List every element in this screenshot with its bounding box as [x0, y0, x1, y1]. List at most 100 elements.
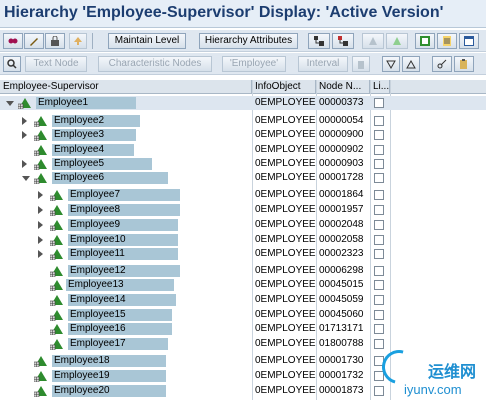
node-label[interactable]: Employee4	[54, 143, 104, 157]
lock-button[interactable]	[45, 33, 65, 49]
characteristic-nodes-button[interactable]: Characteristic Nodes	[98, 56, 212, 72]
collapsed-arrow-icon[interactable]	[22, 117, 27, 125]
link-checkbox[interactable]	[374, 295, 384, 305]
tree-row[interactable]: Employee13 0EMPLOYEE 00045015	[0, 278, 486, 292]
employee-node-button[interactable]: 'Employee'	[222, 56, 286, 72]
node-label[interactable]: Employee1	[38, 96, 88, 110]
link-checkbox[interactable]	[374, 235, 384, 245]
employee-node-icon	[50, 220, 63, 231]
node-name-cell: 00001730	[319, 355, 364, 366]
link-checkbox[interactable]	[374, 280, 384, 290]
paste-button[interactable]	[454, 56, 474, 72]
node-label[interactable]: Employee15	[70, 308, 126, 322]
tree-row[interactable]: Employee3 0EMPLOYEE 00000900	[0, 128, 486, 142]
collapsed-arrow-icon[interactable]	[38, 250, 43, 258]
link-checkbox[interactable]	[374, 249, 384, 259]
link-checkbox[interactable]	[374, 220, 384, 230]
characteristic-nodes-label: Characteristic Nodes	[108, 58, 202, 69]
collapsed-arrow-icon[interactable]	[38, 221, 43, 229]
layout-button[interactable]	[415, 33, 435, 49]
tree-row[interactable]: Employee11 0EMPLOYEE 00002323	[0, 247, 486, 261]
link-checkbox[interactable]	[374, 173, 384, 183]
tree-row[interactable]: Employee9 0EMPLOYEE 00002048	[0, 218, 486, 232]
node-label[interactable]: Employee11	[70, 247, 125, 261]
collapsed-arrow-icon[interactable]	[38, 236, 43, 244]
node-name-cell: 00000900	[319, 129, 364, 140]
link-checkbox[interactable]	[374, 310, 384, 320]
node-label[interactable]: Employee8	[70, 203, 120, 217]
cut-button[interactable]	[432, 56, 452, 72]
expanded-arrow-icon[interactable]	[22, 176, 30, 181]
column-link[interactable]: Li...	[370, 80, 390, 94]
column-node-name[interactable]: Node N...	[316, 80, 370, 94]
triangle-button-1[interactable]	[362, 33, 384, 49]
move-down-button[interactable]	[382, 56, 400, 72]
link-checkbox[interactable]	[374, 145, 384, 155]
expand-tree-button[interactable]	[308, 33, 330, 49]
watermark-cn-text: 运维网	[428, 364, 477, 381]
link-checkbox[interactable]	[374, 98, 384, 108]
node-label[interactable]: Employee6	[54, 171, 104, 185]
triangle-button-2[interactable]	[386, 33, 408, 49]
node-name-cell: 00002058	[319, 234, 364, 245]
node-label[interactable]: Employee5	[54, 157, 104, 171]
maintain-level-button[interactable]: Maintain Level	[108, 33, 186, 49]
arrow-up-icon	[74, 37, 82, 45]
tree-row[interactable]: Employee14 0EMPLOYEE 00045059	[0, 293, 486, 307]
node-label[interactable]: Employee10	[70, 233, 126, 247]
search-button[interactable]	[3, 56, 21, 72]
link-checkbox[interactable]	[374, 159, 384, 169]
node-label[interactable]: Employee17	[70, 337, 126, 351]
node-label[interactable]: Employee14	[70, 293, 126, 307]
node-label[interactable]: Employee9	[70, 218, 120, 232]
tree-row[interactable]: Employee10 0EMPLOYEE 00002058	[0, 233, 486, 247]
link-checkbox[interactable]	[374, 205, 384, 215]
collapse-tree-button[interactable]	[332, 33, 354, 49]
settings-button[interactable]	[459, 33, 479, 49]
tree-row[interactable]: Employee7 0EMPLOYEE 00001864	[0, 188, 486, 202]
column-employee-supervisor[interactable]: Employee-Supervisor	[0, 80, 252, 94]
tree-row[interactable]: Employee2 0EMPLOYEE 00000054	[0, 114, 486, 128]
tree-row[interactable]: Employee5 0EMPLOYEE 00000903	[0, 157, 486, 171]
trash-icon	[358, 61, 364, 69]
tree-row[interactable]: Employee6 0EMPLOYEE 00001728	[0, 171, 486, 185]
node-label[interactable]: Employee13	[68, 278, 124, 292]
delete-button[interactable]	[352, 56, 370, 72]
collapsed-arrow-icon[interactable]	[38, 206, 43, 214]
expanded-arrow-icon[interactable]	[6, 101, 14, 106]
display-change-button[interactable]	[3, 33, 23, 49]
node-label[interactable]: Employee7	[70, 188, 120, 202]
node-label[interactable]: Employee18	[54, 354, 110, 368]
column-infoobject[interactable]: InfoObject	[252, 80, 316, 94]
tree-row[interactable]: Employee4 0EMPLOYEE 00000902	[0, 143, 486, 157]
node-name-cell: 00001957	[319, 204, 364, 215]
collapsed-arrow-icon[interactable]	[22, 160, 27, 168]
node-label[interactable]: Employee20	[54, 384, 110, 398]
up-arrow-button[interactable]	[69, 33, 87, 49]
tree-row[interactable]: Employee16 0EMPLOYEE 01713171	[0, 322, 486, 336]
tree-row[interactable]: Employee12 0EMPLOYEE 00006298	[0, 264, 486, 278]
link-checkbox[interactable]	[374, 130, 384, 140]
node-label[interactable]: Employee2	[54, 114, 104, 128]
collapsed-arrow-icon[interactable]	[38, 191, 43, 199]
node-label[interactable]: Employee16	[70, 322, 126, 336]
link-checkbox[interactable]	[374, 266, 384, 276]
node-label[interactable]: Employee3	[54, 128, 104, 142]
node-label[interactable]: Employee12	[70, 264, 126, 278]
tree-row[interactable]: Employee15 0EMPLOYEE 00045060	[0, 308, 486, 322]
link-checkbox[interactable]	[374, 324, 384, 334]
tree-row[interactable]: Employee1 0EMPLOYEE 00000373	[0, 96, 486, 110]
edit-button[interactable]	[24, 33, 44, 49]
collapsed-arrow-icon[interactable]	[22, 131, 27, 139]
node-label[interactable]: Employee19	[54, 369, 110, 383]
link-checkbox[interactable]	[374, 190, 384, 200]
link-checkbox[interactable]	[374, 116, 384, 126]
tree-row[interactable]: Employee8 0EMPLOYEE 00001957	[0, 203, 486, 217]
move-up-button[interactable]	[402, 56, 420, 72]
infoobject-cell: 0EMPLOYEE	[255, 97, 316, 108]
filter-button[interactable]	[437, 33, 457, 49]
infoobject-cell: 0EMPLOYEE	[255, 279, 316, 290]
interval-button[interactable]: Interval	[298, 56, 348, 72]
hierarchy-attributes-button[interactable]: Hierarchy Attributes	[199, 33, 298, 49]
text-node-button[interactable]: Text Node	[25, 56, 87, 72]
